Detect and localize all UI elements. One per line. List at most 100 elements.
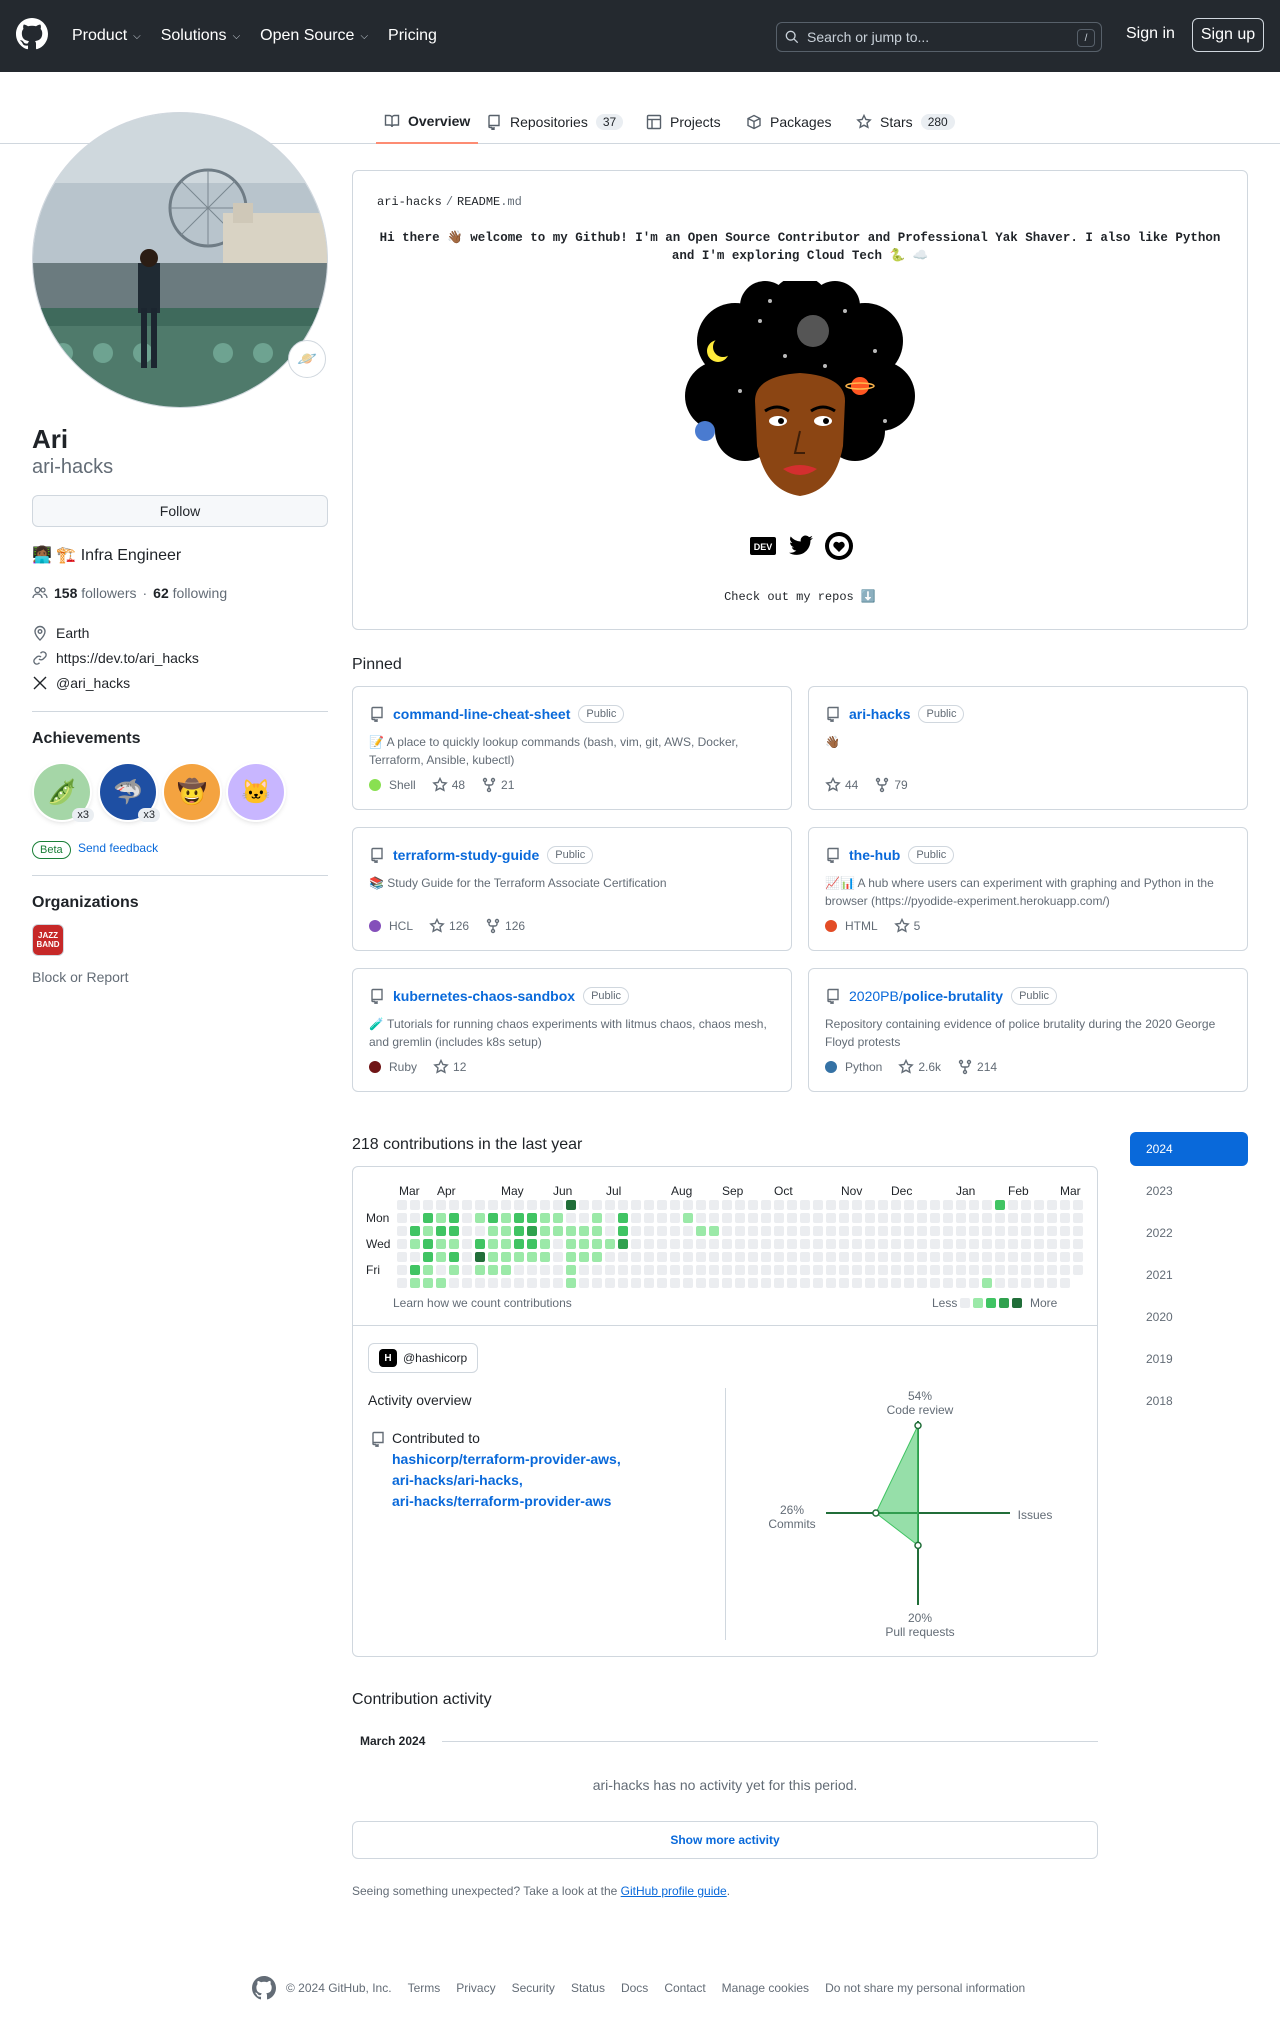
contribution-day[interactable]	[774, 1239, 784, 1249]
footer-link-status[interactable]: Status	[571, 1981, 605, 1995]
contribution-day[interactable]	[592, 1239, 602, 1249]
tab-packages[interactable]: Packages	[746, 100, 831, 144]
contribution-day[interactable]	[592, 1213, 602, 1223]
contribution-day[interactable]	[683, 1213, 693, 1223]
footer-link-terms[interactable]: Terms	[408, 1981, 441, 1995]
contributed-repo-link[interactable]: ari-hacks/terraform-provider-aws	[392, 1491, 621, 1512]
contribution-day[interactable]	[1047, 1265, 1057, 1275]
contribution-day[interactable]	[670, 1278, 680, 1288]
github-logo-icon[interactable]	[16, 18, 48, 50]
contribution-day[interactable]	[1060, 1213, 1070, 1223]
contribution-day[interactable]	[566, 1278, 576, 1288]
readme-owner[interactable]: ari-hacks	[377, 195, 442, 209]
repo-stars[interactable]: 44	[825, 777, 858, 793]
repo-stars[interactable]: 5	[893, 918, 920, 934]
contribution-day[interactable]	[995, 1265, 1005, 1275]
contribution-day[interactable]	[605, 1252, 615, 1262]
contribution-day[interactable]	[423, 1226, 433, 1236]
contribution-day[interactable]	[696, 1226, 706, 1236]
contribution-day[interactable]	[605, 1226, 615, 1236]
contribution-day[interactable]	[488, 1239, 498, 1249]
contribution-day[interactable]	[618, 1200, 628, 1210]
contribution-day[interactable]	[644, 1239, 654, 1249]
nav-product[interactable]: Product ⌵	[72, 27, 141, 45]
contribution-day[interactable]	[527, 1226, 537, 1236]
contribution-day[interactable]	[709, 1239, 719, 1249]
contribution-day[interactable]	[540, 1252, 550, 1262]
contribution-day[interactable]	[761, 1200, 771, 1210]
contribution-day[interactable]	[761, 1226, 771, 1236]
contribution-day[interactable]	[631, 1226, 641, 1236]
contribution-day[interactable]	[904, 1213, 914, 1223]
contribution-day[interactable]	[722, 1200, 732, 1210]
following-link[interactable]: 62 following	[153, 585, 227, 601]
contribution-day[interactable]	[1021, 1239, 1031, 1249]
contribution-day[interactable]	[683, 1278, 693, 1288]
contribution-day[interactable]	[605, 1278, 615, 1288]
contribution-day[interactable]	[839, 1265, 849, 1275]
contribution-day[interactable]	[527, 1213, 537, 1223]
contribution-day[interactable]	[475, 1278, 485, 1288]
contribution-day[interactable]	[540, 1265, 550, 1275]
contribution-day[interactable]	[553, 1239, 563, 1249]
contribution-day[interactable]	[579, 1239, 589, 1249]
contribution-day[interactable]	[540, 1278, 550, 1288]
contribution-day[interactable]	[995, 1200, 1005, 1210]
contribution-day[interactable]	[982, 1265, 992, 1275]
contribution-day[interactable]	[696, 1213, 706, 1223]
contribution-day[interactable]	[930, 1265, 940, 1275]
org-avatar-jazz-band[interactable]: JAZZ BAND	[32, 924, 64, 956]
send-feedback-link[interactable]: Send feedback	[78, 841, 158, 855]
contribution-day[interactable]	[683, 1265, 693, 1275]
contribution-day[interactable]	[397, 1265, 407, 1275]
contribution-day[interactable]	[1073, 1213, 1083, 1223]
contribution-day[interactable]	[657, 1252, 667, 1262]
contribution-day[interactable]	[592, 1278, 602, 1288]
nav-pricing[interactable]: Pricing	[388, 27, 437, 45]
contribution-day[interactable]	[488, 1226, 498, 1236]
contribution-day[interactable]	[891, 1226, 901, 1236]
contribution-day[interactable]	[462, 1213, 472, 1223]
contribution-day[interactable]	[631, 1278, 641, 1288]
contribution-day[interactable]	[1021, 1252, 1031, 1262]
contribution-day[interactable]	[514, 1239, 524, 1249]
achievement-quickdraw[interactable]: 🐱	[228, 764, 284, 820]
contribution-day[interactable]	[644, 1200, 654, 1210]
year-link[interactable]: 2024	[1130, 1132, 1248, 1166]
contribution-day[interactable]	[462, 1239, 472, 1249]
contribution-day[interactable]	[397, 1239, 407, 1249]
contribution-day[interactable]	[852, 1200, 862, 1210]
contribution-day[interactable]	[397, 1213, 407, 1223]
contribution-day[interactable]	[891, 1278, 901, 1288]
contribution-day[interactable]	[410, 1252, 420, 1262]
contribution-day[interactable]	[709, 1226, 719, 1236]
contribution-day[interactable]	[1073, 1265, 1083, 1275]
contribution-day[interactable]	[605, 1265, 615, 1275]
tab-projects[interactable]: Projects	[646, 100, 721, 144]
contribution-day[interactable]	[488, 1213, 498, 1223]
contribution-day[interactable]	[631, 1252, 641, 1262]
contribution-day[interactable]	[631, 1213, 641, 1223]
contribution-day[interactable]	[865, 1200, 875, 1210]
contribution-day[interactable]	[631, 1200, 641, 1210]
repo-forks[interactable]: 126	[485, 918, 525, 934]
contribution-day[interactable]	[683, 1200, 693, 1210]
contribution-day[interactable]	[644, 1213, 654, 1223]
twitter-icon[interactable]	[786, 531, 816, 561]
contribution-day[interactable]	[1047, 1200, 1057, 1210]
contribution-day[interactable]	[930, 1278, 940, 1288]
contribution-day[interactable]	[878, 1213, 888, 1223]
contribution-day[interactable]	[995, 1278, 1005, 1288]
year-link[interactable]: 2019	[1130, 1342, 1248, 1376]
contribution-day[interactable]	[722, 1252, 732, 1262]
contribution-day[interactable]	[969, 1226, 979, 1236]
contribution-day[interactable]	[657, 1265, 667, 1275]
contribution-day[interactable]	[423, 1200, 433, 1210]
contribution-day[interactable]	[670, 1226, 680, 1236]
contribution-day[interactable]	[826, 1252, 836, 1262]
contribution-day[interactable]	[748, 1213, 758, 1223]
contribution-day[interactable]	[891, 1213, 901, 1223]
contribution-day[interactable]	[553, 1252, 563, 1262]
contribution-day[interactable]	[566, 1252, 576, 1262]
contribution-day[interactable]	[1008, 1252, 1018, 1262]
